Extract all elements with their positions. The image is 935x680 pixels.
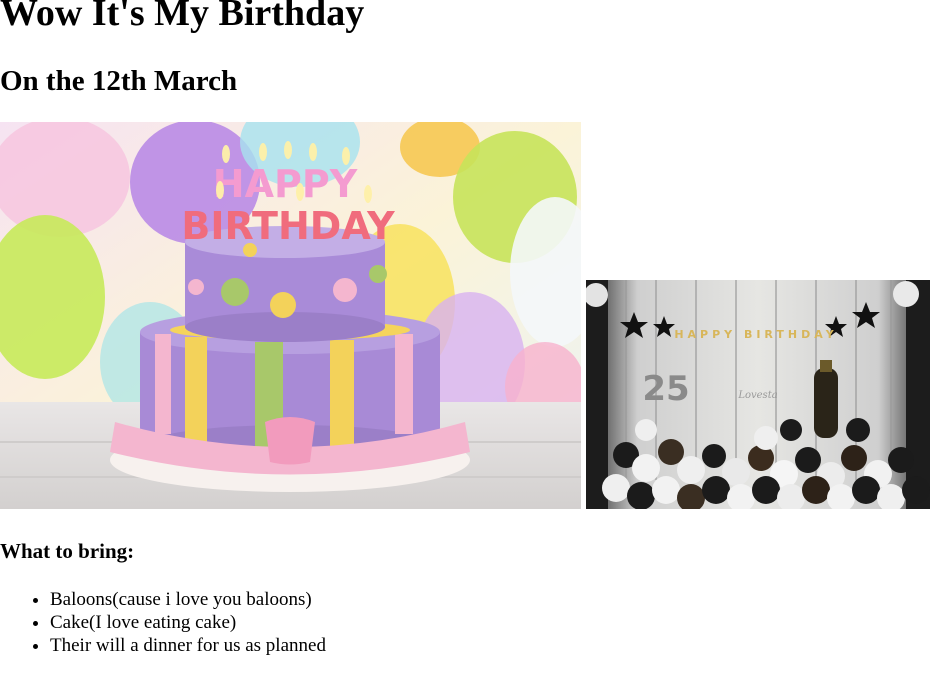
decor-watermark: Lovesta bbox=[737, 390, 777, 401]
decoration-illustration: HAPPY BIRTHDAY 25 Lovesta bbox=[586, 280, 930, 509]
what-to-bring-list: Baloons(cause i love you baloons) Cake(I… bbox=[0, 588, 326, 657]
page-title: Wow It's My Birthday bbox=[0, 0, 365, 34]
date-subtitle: On the 12th March bbox=[0, 65, 238, 97]
cake-illustration: HAPPY BIRTHDAY bbox=[0, 122, 581, 509]
what-to-bring-heading: What to bring: bbox=[0, 539, 135, 563]
list-item: Cake(I love eating cake) bbox=[50, 611, 326, 634]
party-decoration-image: HAPPY BIRTHDAY 25 Lovesta bbox=[586, 280, 930, 509]
list-item: Baloons(cause i love you baloons) bbox=[50, 588, 326, 611]
cake-caption-line2: BIRTHDAY bbox=[181, 204, 395, 248]
birthday-cake-image: HAPPY BIRTHDAY bbox=[0, 122, 581, 509]
page: Wow It's My Birthday On the 12th March H… bbox=[0, 0, 935, 680]
decor-number: 25 bbox=[642, 369, 689, 409]
decor-banner: HAPPY BIRTHDAY bbox=[674, 328, 837, 341]
cake-caption-line1: HAPPY bbox=[213, 162, 358, 206]
list-item: Their will a dinner for us as planned bbox=[50, 634, 326, 657]
